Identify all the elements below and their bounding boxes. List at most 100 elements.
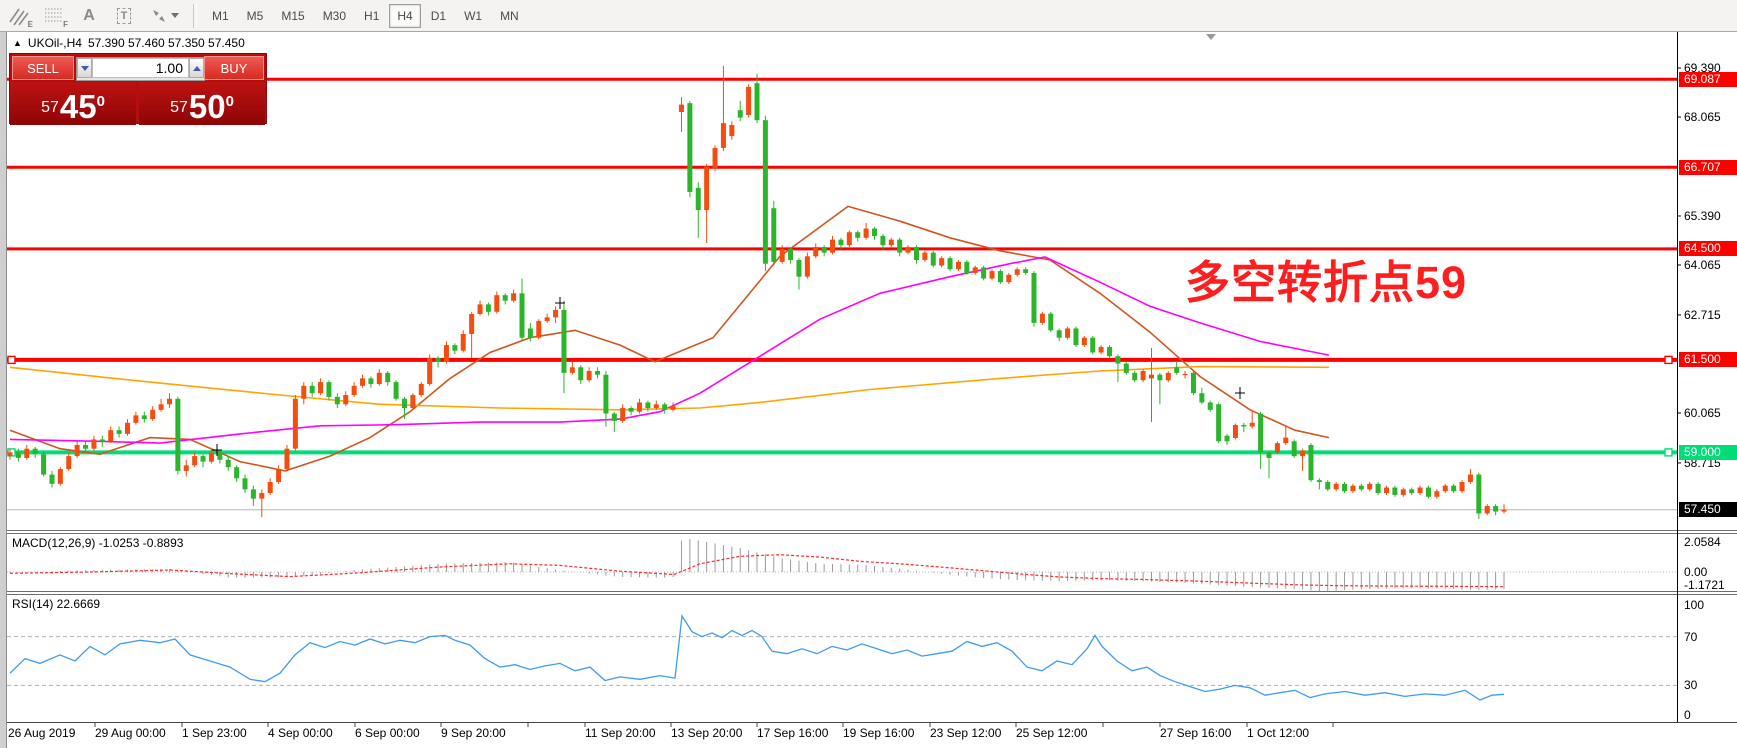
fast-ma-line <box>9 205 1330 472</box>
candle <box>301 385 307 399</box>
candle <box>930 252 936 266</box>
sell-button[interactable]: SELL <box>12 56 74 80</box>
timeframe-H1[interactable]: H1 <box>356 4 387 28</box>
rsi-line <box>9 613 1505 701</box>
chevron-down-icon <box>170 13 179 18</box>
symbol-name: UKOil-,H4 <box>27 36 82 50</box>
trading-app-window: E F A T M1 M5 M15 M30 H1 H4 D1 W1 MN ▲ UKOil-,H4… <box>0 0 1737 748</box>
candle <box>729 124 735 137</box>
buy-price-display[interactable]: 57 50 0 <box>139 82 265 125</box>
candle <box>1006 274 1012 283</box>
sell-price-display[interactable]: 57 45 0 <box>10 82 136 125</box>
candle <box>754 83 760 121</box>
candle <box>1316 480 1322 482</box>
candle <box>7 452 13 457</box>
candle <box>922 252 928 261</box>
candle <box>1048 313 1054 331</box>
candle <box>469 314 475 335</box>
candle <box>1224 435 1230 442</box>
candle <box>586 370 592 381</box>
candle <box>1258 413 1264 453</box>
candle <box>720 123 726 148</box>
candle <box>1308 444 1314 481</box>
slow-ma-line <box>9 365 1330 411</box>
candle <box>645 402 651 408</box>
candle <box>880 235 886 246</box>
candle <box>846 232 852 246</box>
sell-price-figure: 57 <box>41 99 59 116</box>
candle <box>821 247 827 253</box>
candle <box>427 358 433 384</box>
symbol-ohlc: 57.390 57.460 57.350 57.450 <box>87 36 245 50</box>
candle <box>1409 489 1415 494</box>
timeframe-W1[interactable]: W1 <box>456 4 490 28</box>
candle <box>653 404 659 408</box>
candle <box>1266 452 1272 458</box>
candle <box>250 489 256 499</box>
candle <box>1367 483 1373 490</box>
candle <box>569 367 575 373</box>
candle <box>1148 374 1154 379</box>
fibonacci-grid-icon[interactable]: F <box>38 2 70 30</box>
timeframe-M15[interactable]: M15 <box>273 4 312 28</box>
timeframe-D1[interactable]: D1 <box>423 4 454 28</box>
text-box-icon[interactable]: T <box>108 2 140 30</box>
candle <box>603 374 609 414</box>
candle <box>183 465 189 471</box>
candle <box>1417 487 1423 494</box>
timeframe-H4[interactable]: H4 <box>389 3 421 28</box>
candle <box>804 256 810 277</box>
caret-up-icon <box>192 65 201 71</box>
candle <box>418 383 424 396</box>
candle <box>1451 485 1457 492</box>
candle <box>1182 373 1188 376</box>
volume-increase-button[interactable] <box>189 58 204 78</box>
arrow-objects-icon[interactable] <box>143 2 185 30</box>
candle <box>678 104 684 113</box>
candle <box>536 321 542 338</box>
candle <box>1434 491 1440 497</box>
candle <box>1014 269 1020 275</box>
candle <box>477 304 483 315</box>
timeframe-MN[interactable]: MN <box>492 4 527 28</box>
candle <box>1090 337 1096 353</box>
sell-price-pips: 45 <box>59 88 97 125</box>
level-line-endpoint <box>1664 448 1673 457</box>
candle <box>838 239 844 246</box>
left-edge-strip <box>0 31 7 748</box>
candle <box>1249 422 1255 427</box>
candle <box>762 120 768 264</box>
volume-decrease-button[interactable] <box>77 58 92 78</box>
candle <box>452 345 458 351</box>
candle <box>511 293 517 301</box>
candle <box>15 452 21 458</box>
equidistant-channel-icon[interactable]: E <box>3 2 35 30</box>
candle <box>519 293 525 338</box>
volume-input[interactable] <box>92 58 189 78</box>
candle <box>410 395 416 408</box>
candle <box>947 258 953 270</box>
rsi-label: RSI(14) 22.6669 <box>12 597 101 611</box>
buy-button[interactable]: BUY <box>204 56 264 80</box>
timeframe-M30[interactable]: M30 <box>315 4 354 28</box>
text-label-icon[interactable]: A <box>73 2 105 30</box>
timeframe-M5[interactable]: M5 <box>239 4 272 28</box>
collapse-triangle-icon[interactable]: ▲ <box>13 38 22 48</box>
toolbar: E F A T M1 M5 M15 M30 H1 H4 D1 W1 MN <box>0 0 1737 32</box>
candle <box>1274 443 1280 453</box>
candle <box>242 478 248 490</box>
trade-panel-prices: 57 45 0 57 50 0 <box>10 82 266 125</box>
candle <box>32 448 38 455</box>
candle <box>175 398 181 471</box>
timeframe-M1[interactable]: M1 <box>204 4 237 28</box>
trade-panel-controls: SELL BUY <box>10 54 266 82</box>
candle <box>1333 483 1339 490</box>
candle <box>897 239 903 253</box>
candle <box>502 295 508 301</box>
candle <box>1350 485 1356 492</box>
candle <box>24 448 30 458</box>
candle <box>91 439 97 449</box>
candle <box>595 370 601 375</box>
candle <box>964 261 970 273</box>
chart-shift-marker[interactable] <box>1206 34 1216 40</box>
